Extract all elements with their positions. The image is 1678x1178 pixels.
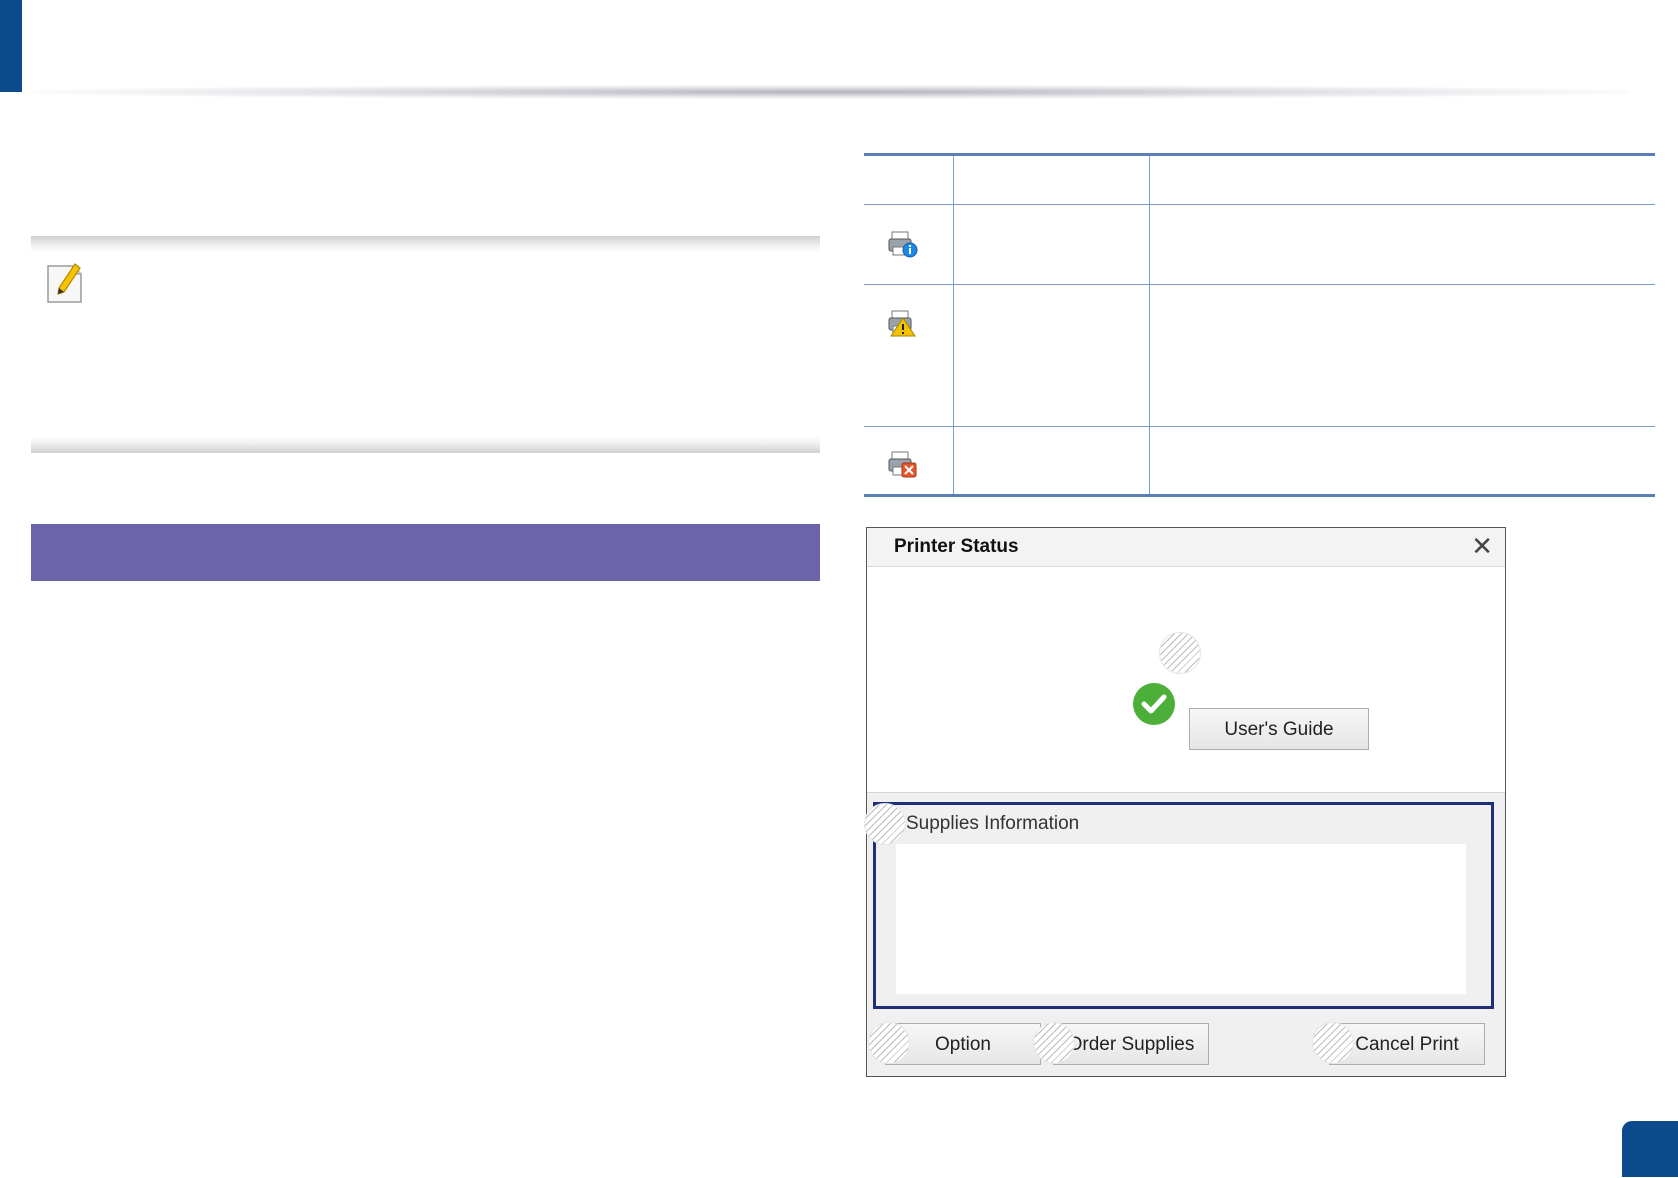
callout-marker (868, 1022, 910, 1064)
check-circle-icon (1132, 682, 1176, 726)
table-header-divider (864, 204, 1655, 205)
printer-info-icon (888, 229, 918, 259)
note-top-border (31, 236, 820, 253)
supplies-information-panel (896, 844, 1466, 994)
printer-status-dialog: Printer Status ✕ User's Guide Supplies I… (864, 527, 1506, 1077)
status-area: User's Guide (867, 567, 1505, 793)
page-number-badge (1622, 1121, 1678, 1177)
close-icon[interactable]: ✕ (1471, 533, 1493, 559)
header-divider (30, 85, 1630, 99)
table-column-divider (953, 156, 954, 494)
printer-warning-icon (888, 308, 918, 338)
supplies-information-label: Supplies Information (906, 813, 1080, 834)
callout-marker (1159, 632, 1201, 674)
supplies-information-group: Supplies Information (864, 802, 1494, 1009)
callout-marker (1033, 1022, 1075, 1064)
table-bottom-rule (864, 494, 1655, 497)
users-guide-button[interactable]: User's Guide (1189, 708, 1369, 750)
dialog-titlebar: Printer Status ✕ (867, 528, 1505, 567)
table-top-rule (864, 153, 1655, 156)
order-supplies-button[interactable]: Order Supplies (1053, 1023, 1209, 1065)
callout-marker (1312, 1022, 1354, 1064)
table-row-divider (864, 284, 1655, 285)
chapter-tab (0, 0, 22, 92)
printer-error-icon (888, 449, 918, 479)
status-icon-table (864, 153, 1655, 497)
table-column-divider (1149, 156, 1150, 494)
table-row-divider (864, 426, 1655, 427)
dialog-title: Printer Status (894, 536, 1019, 557)
note-box (31, 236, 820, 453)
section-heading-bar (31, 524, 820, 581)
note-bottom-border (31, 436, 820, 453)
callout-marker (864, 803, 906, 845)
note-pencil-icon (45, 260, 85, 304)
